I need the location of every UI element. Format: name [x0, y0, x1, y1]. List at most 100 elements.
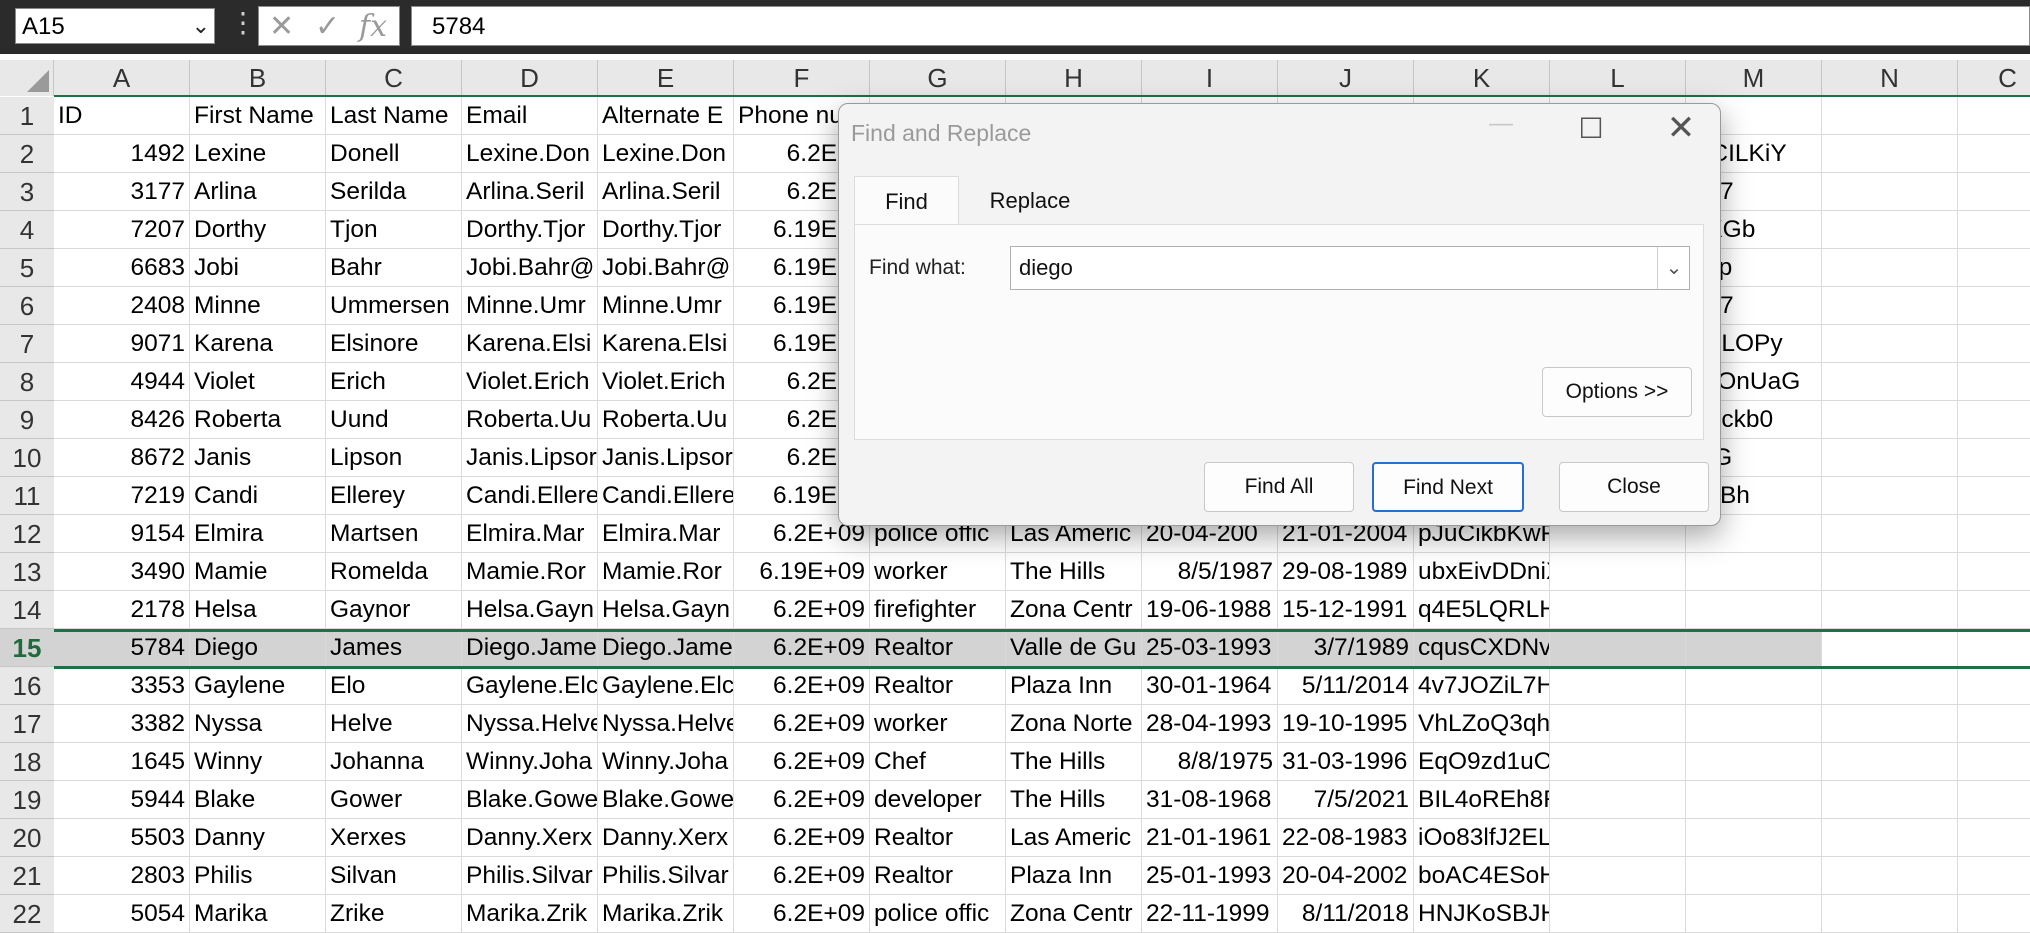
cell[interactable]: [1686, 819, 1822, 857]
more-options-icon[interactable]: ⋮: [229, 6, 257, 39]
cell[interactable]: 5054: [54, 895, 190, 933]
cell[interactable]: 8672: [54, 439, 190, 477]
cell[interactable]: 29-08-1989: [1278, 553, 1414, 591]
cell[interactable]: Violet: [190, 363, 326, 401]
cell[interactable]: Zona Norte: [1006, 705, 1142, 743]
column-header[interactable]: B: [190, 60, 326, 96]
cell[interactable]: [1958, 553, 2030, 591]
cell[interactable]: [1686, 667, 1822, 705]
cell[interactable]: VhLZoQ3qhrZIwN52kWHRMp57x: [1414, 705, 1550, 743]
cell[interactable]: Lexine.Don: [462, 135, 598, 173]
cell[interactable]: [1958, 591, 2030, 629]
select-all-corner[interactable]: [0, 60, 54, 96]
tab-find[interactable]: Find: [854, 176, 959, 226]
column-header[interactable]: C: [326, 60, 462, 96]
cell[interactable]: [1550, 629, 1686, 667]
cell[interactable]: [1822, 135, 1958, 173]
cell[interactable]: [1822, 325, 1958, 363]
cell[interactable]: 3382: [54, 705, 190, 743]
row-header[interactable]: 16: [0, 667, 54, 705]
cell[interactable]: Diego: [190, 629, 326, 667]
cell[interactable]: [1958, 819, 2030, 857]
cell[interactable]: Violet.Erich: [598, 363, 734, 401]
options-button[interactable]: Options >>: [1542, 367, 1692, 417]
cell[interactable]: [1958, 857, 2030, 895]
cell[interactable]: [1958, 363, 2030, 401]
cell[interactable]: Danny.Xerx: [598, 819, 734, 857]
row-header[interactable]: 20: [0, 819, 54, 857]
cell[interactable]: Ellerey: [326, 477, 462, 515]
cell[interactable]: 7/5/2021: [1278, 781, 1414, 819]
column-header[interactable]: K: [1414, 60, 1550, 96]
cell[interactable]: EqO9zd1uOR7nskyibyV9xe8x4: [1414, 743, 1550, 781]
cell[interactable]: Helsa.Gayn: [598, 591, 734, 629]
cell[interactable]: 5944: [54, 781, 190, 819]
column-header[interactable]: D: [462, 60, 598, 96]
cell[interactable]: Romelda: [326, 553, 462, 591]
cell[interactable]: [1550, 705, 1686, 743]
row-header[interactable]: 7: [0, 325, 54, 363]
cell[interactable]: Philis.Silvar: [598, 857, 734, 895]
cell[interactable]: 7219: [54, 477, 190, 515]
cell[interactable]: 8/11/2018: [1278, 895, 1414, 933]
cell[interactable]: boAC4ESoHKqV32fYRHhEUfkWF: [1414, 857, 1550, 895]
cell[interactable]: Minne.Umr: [462, 287, 598, 325]
cell[interactable]: Diego.Jame: [462, 629, 598, 667]
cell[interactable]: [1958, 287, 2030, 325]
row-header[interactable]: 18: [0, 743, 54, 781]
cell[interactable]: Marika.Zrik: [598, 895, 734, 933]
cell[interactable]: [1550, 667, 1686, 705]
cell[interactable]: [1686, 591, 1822, 629]
cell[interactable]: Mamie.Ror: [598, 553, 734, 591]
cell[interactable]: Marika: [190, 895, 326, 933]
cell[interactable]: [1958, 211, 2030, 249]
cell[interactable]: 9154: [54, 515, 190, 553]
cell[interactable]: Donell: [326, 135, 462, 173]
cell[interactable]: Roberta.Uu: [462, 401, 598, 439]
cell[interactable]: ubxEivDDniXlDZhjcDDRdfDP0: [1414, 553, 1550, 591]
cell[interactable]: [1822, 705, 1958, 743]
cell[interactable]: Mamie.Ror: [462, 553, 598, 591]
cell[interactable]: Elo: [326, 667, 462, 705]
cell[interactable]: 28-04-1993: [1142, 705, 1278, 743]
cell[interactable]: First Name: [190, 97, 326, 135]
cell[interactable]: [1822, 819, 1958, 857]
cell[interactable]: Mamie: [190, 553, 326, 591]
cell[interactable]: [1822, 667, 1958, 705]
cell[interactable]: [1958, 439, 2030, 477]
cell[interactable]: Philis.Silvar: [462, 857, 598, 895]
enter-icon[interactable]: ✓: [315, 9, 340, 44]
cell[interactable]: Realtor: [870, 819, 1006, 857]
row-header[interactable]: 11: [0, 477, 54, 515]
cell[interactable]: 8426: [54, 401, 190, 439]
cell[interactable]: [1958, 515, 2030, 553]
column-header[interactable]: J: [1278, 60, 1414, 96]
cell[interactable]: 6.2E+09: [734, 629, 870, 667]
row-header[interactable]: 22: [0, 895, 54, 933]
close-icon[interactable]: ✕: [1659, 108, 1703, 152]
cell[interactable]: Zona Centr: [1006, 895, 1142, 933]
cell[interactable]: Dorthy.Tjor: [598, 211, 734, 249]
cell[interactable]: Karena.Elsi: [462, 325, 598, 363]
row-header[interactable]: 1: [0, 97, 54, 135]
cell[interactable]: 2178: [54, 591, 190, 629]
cell[interactable]: [1958, 97, 2030, 135]
cell[interactable]: The Hills: [1006, 553, 1142, 591]
cell[interactable]: Elmira: [190, 515, 326, 553]
cell[interactable]: Johanna: [326, 743, 462, 781]
cell[interactable]: [1822, 173, 1958, 211]
column-header[interactable]: C: [1958, 60, 2030, 96]
cell[interactable]: Lexine.Don: [598, 135, 734, 173]
row-header[interactable]: 9: [0, 401, 54, 439]
cell[interactable]: [1822, 857, 1958, 895]
cell[interactable]: 5/11/2014: [1278, 667, 1414, 705]
cell[interactable]: 1645: [54, 743, 190, 781]
cell[interactable]: [1822, 363, 1958, 401]
chevron-down-icon[interactable]: ⌄: [192, 13, 210, 39]
cell[interactable]: 25-01-1993: [1142, 857, 1278, 895]
tab-replace[interactable]: Replace: [965, 176, 1095, 226]
cell[interactable]: police offic: [870, 895, 1006, 933]
cell[interactable]: cqusCXDNvIHgOTgMtOkmNLOPy: [1414, 629, 1550, 667]
cell[interactable]: Bahr: [326, 249, 462, 287]
cell[interactable]: Realtor: [870, 629, 1006, 667]
